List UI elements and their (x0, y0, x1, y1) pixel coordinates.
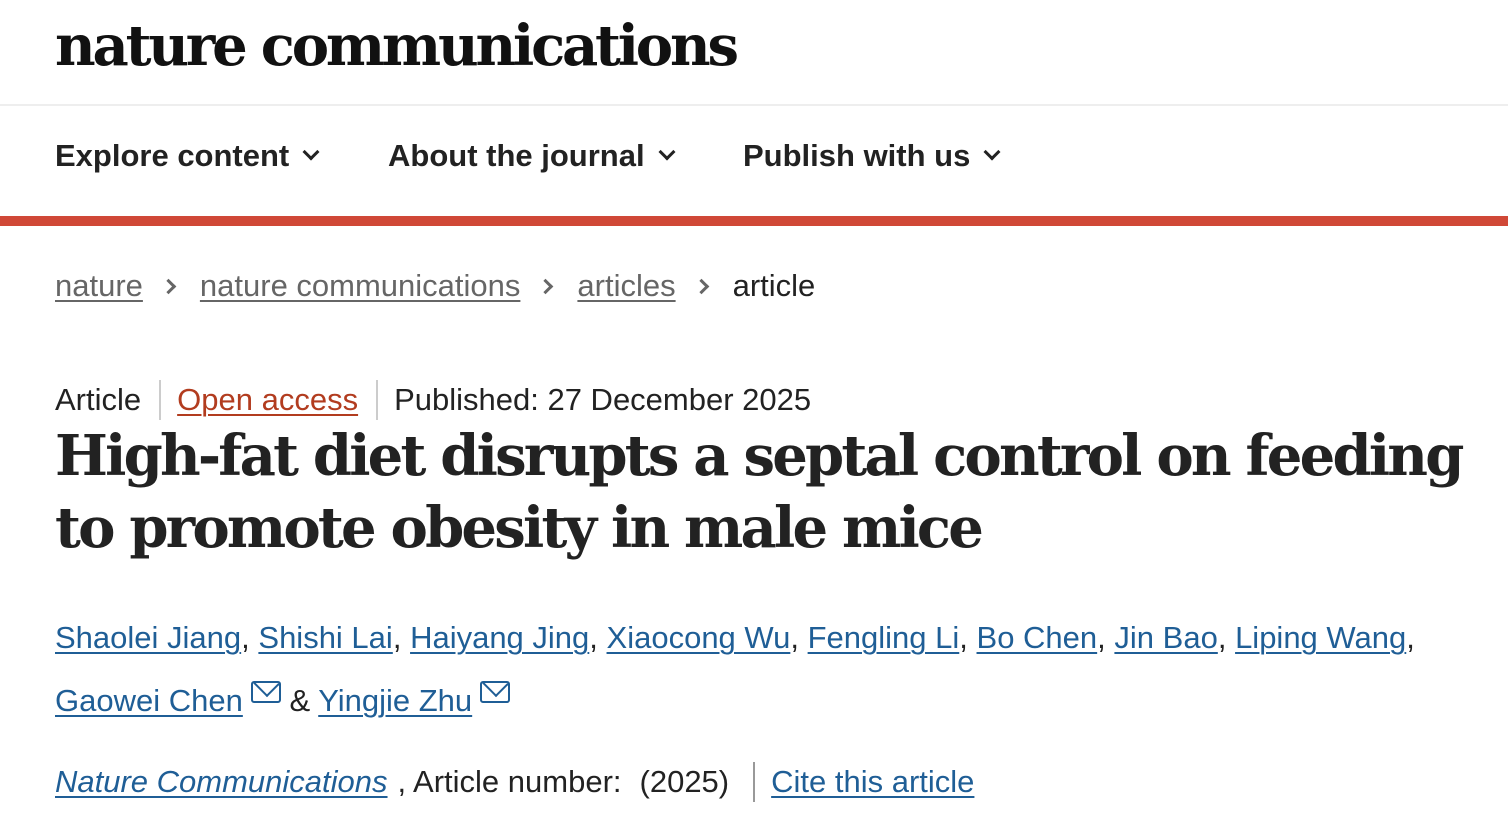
nav-explore-content-label: Explore content (55, 138, 290, 173)
author-list: Shaolei Jiang, Shishi Lai, Haiyang Jing,… (55, 606, 1475, 732)
journal-link[interactable]: Nature Communications (55, 764, 388, 800)
mail-icon[interactable] (250, 681, 281, 703)
breadcrumb-nature[interactable]: nature (55, 268, 143, 304)
author-link[interactable]: Yingjie Zhu (318, 683, 472, 718)
author-separator: , (1406, 620, 1415, 655)
chevron-right-icon (538, 278, 554, 294)
nav-about-journal-label: About the journal (388, 138, 645, 173)
author-separator: , (1217, 620, 1227, 655)
citation-divider (753, 762, 756, 802)
author-link[interactable]: Xiaocong Wu (607, 620, 791, 655)
author-separator: , (392, 620, 402, 655)
cite-this-article-link[interactable]: Cite this article (771, 764, 974, 800)
nav-publish-with-us[interactable]: Publish with us (743, 138, 1001, 174)
author-separator: , (959, 620, 968, 655)
author-conjunction: & (289, 683, 311, 718)
meta-divider (376, 380, 379, 420)
chevron-right-icon (693, 278, 709, 294)
chevron-down-icon (302, 143, 320, 161)
citation-line: Nature Communications , Article number: … (55, 762, 974, 802)
article-meta: Article Open access Published: 27 Decemb… (55, 380, 811, 420)
author-link[interactable]: Haiyang Jing (410, 620, 589, 655)
chevron-down-icon (983, 143, 1001, 161)
author-separator: , (589, 620, 598, 655)
article-number-label: , Article number: (397, 764, 622, 799)
article-type: Article (55, 382, 142, 417)
mail-icon[interactable] (480, 681, 511, 703)
author-link[interactable]: Shaolei Jiang (55, 620, 241, 655)
author-link[interactable]: Gaowei Chen (55, 683, 243, 718)
author-link[interactable]: Bo Chen (977, 620, 1098, 655)
article-title: High-fat diet disrupts a septal control … (55, 423, 1464, 561)
breadcrumb-articles[interactable]: articles (577, 268, 675, 304)
nav-explore-content[interactable]: Explore content (55, 138, 320, 174)
published-date: Published: 27 December 2025 (394, 382, 812, 417)
chevron-down-icon (658, 143, 676, 161)
author-link[interactable]: Fengling Li (808, 620, 960, 655)
open-access-link[interactable]: Open access (177, 382, 358, 418)
breadcrumb-current: article (732, 268, 816, 303)
chevron-right-icon (160, 278, 177, 294)
publication-year: (2025) (639, 764, 730, 799)
nav-items: Explore content About the journal Publis… (0, 0, 1508, 226)
author-link[interactable]: Shishi Lai (258, 620, 392, 655)
breadcrumb-nature-communications[interactable]: nature communications (200, 268, 521, 304)
nav-publish-with-us-label: Publish with us (743, 138, 971, 173)
author-separator: , (241, 620, 250, 655)
breadcrumb: nature nature communications articles ar… (55, 268, 815, 304)
author-separator: , (1097, 620, 1106, 655)
author-link[interactable]: Liping Wang (1235, 620, 1406, 655)
author-link[interactable]: Jin Bao (1114, 620, 1217, 655)
meta-divider (159, 380, 162, 420)
author-separator: , (790, 620, 799, 655)
nav-about-journal[interactable]: About the journal (388, 138, 676, 174)
